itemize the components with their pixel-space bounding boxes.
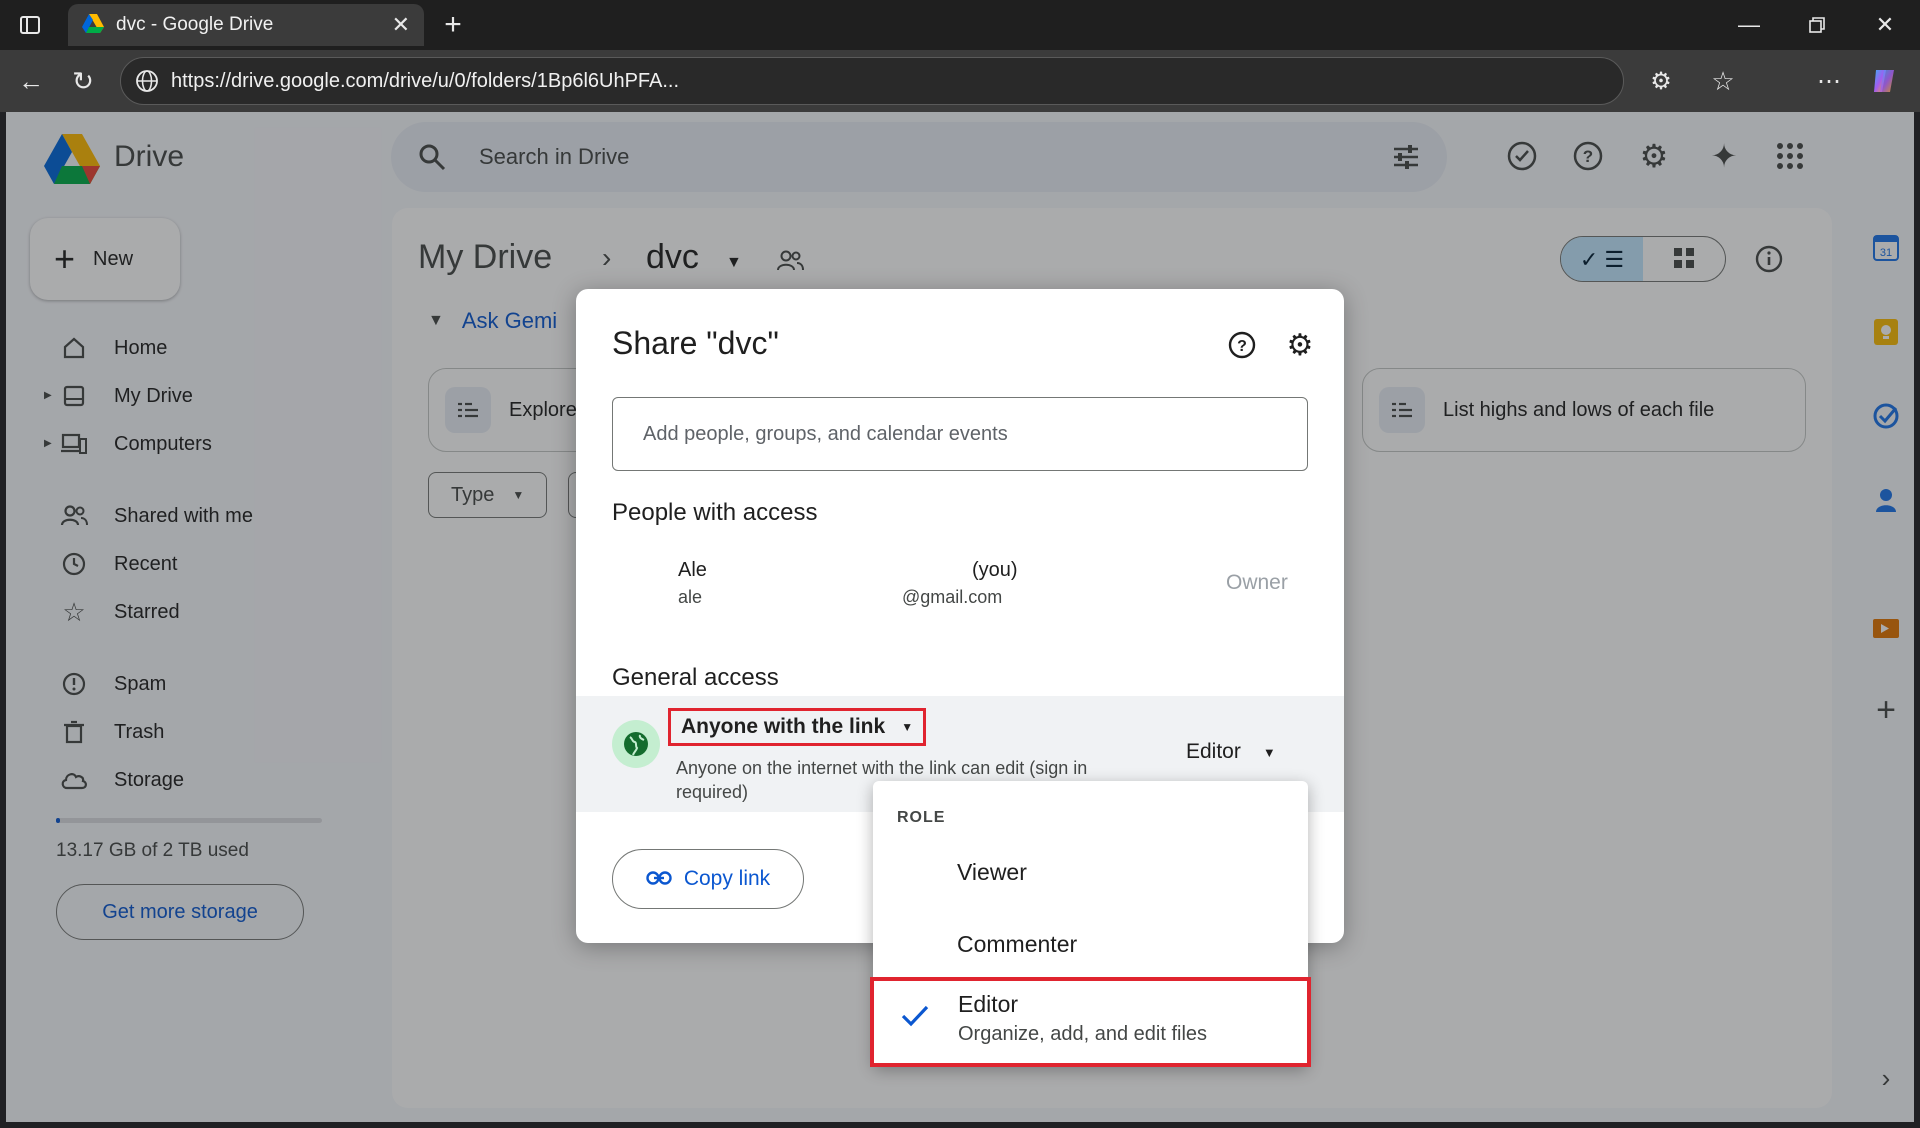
svg-text:?: ? <box>1237 338 1247 355</box>
general-access-dropdown[interactable]: Anyone with the link ▼ <box>668 708 927 746</box>
caret-down-icon: ▼ <box>1262 744 1276 760</box>
favorites-icon[interactable]: ☆ <box>1700 58 1746 104</box>
more-menu-icon[interactable]: ⋯ <box>1806 58 1852 104</box>
role-option-description: Organize, add, and edit files <box>958 1023 1208 1045</box>
access-level-label: Anyone with the link <box>681 715 886 738</box>
window-close-icon[interactable]: ✕ <box>1850 0 1920 50</box>
general-access-heading: General access <box>612 664 779 691</box>
role-dropdown[interactable]: Editor ▼ <box>1186 740 1276 764</box>
tab-close-icon[interactable]: ✕ <box>392 12 410 38</box>
share-dialog-title: Share "dvc" <box>612 325 779 361</box>
people-with-access-heading: People with access <box>612 499 818 526</box>
role-menu-header: ROLE <box>897 809 946 826</box>
url-field[interactable]: https://drive.google.com/drive/u/0/folde… <box>120 57 1624 105</box>
role-option-label: Editor <box>958 991 1019 1017</box>
extensions-icon[interactable]: ⚙ <box>1638 58 1684 104</box>
minimize-icon[interactable]: — <box>1714 0 1784 50</box>
help-icon[interactable]: ? <box>1226 329 1258 361</box>
site-info-icon[interactable] <box>135 69 159 98</box>
copy-link-label: Copy link <box>683 867 771 890</box>
role-option-viewer[interactable]: Viewer <box>957 859 1027 886</box>
copilot-icon[interactable] <box>1862 58 1908 104</box>
caret-down-icon: ▼ <box>901 720 914 734</box>
share-settings-icon[interactable]: ⚙ <box>1284 329 1316 362</box>
person-you-label: (you) <box>972 559 1018 581</box>
tab-title: dvc - Google Drive <box>116 14 274 35</box>
checkmark-icon <box>900 1003 930 1034</box>
copy-link-button[interactable]: Copy link <box>612 849 804 909</box>
browser-tab[interactable]: dvc - Google Drive ✕ <box>68 4 424 46</box>
new-tab-icon[interactable]: + <box>436 8 470 42</box>
globe-icon <box>612 720 660 768</box>
role-menu: ROLE Viewer Commenter Editor Organize, a… <box>870 781 1311 1067</box>
person-email-user: ale <box>678 587 703 607</box>
reload-icon[interactable]: ↻ <box>60 58 106 104</box>
role-dropdown-label: Editor <box>1186 740 1241 763</box>
restore-icon[interactable] <box>1782 0 1852 50</box>
add-people-input[interactable]: Add people, groups, and calendar events <box>612 397 1308 471</box>
person-name: Ale <box>678 559 707 581</box>
browser-tab-bar: dvc - Google Drive ✕ + — ✕ <box>0 0 1920 50</box>
person-email-domain: @gmail.com <box>902 587 1003 607</box>
person-role: Owner <box>1226 571 1288 594</box>
url-text: https://drive.google.com/drive/u/0/folde… <box>171 69 680 92</box>
add-people-placeholder: Add people, groups, and calendar events <box>643 422 1008 445</box>
role-option-editor[interactable]: Editor Organize, add, and edit files <box>870 977 1311 1067</box>
drive-favicon-icon <box>82 14 104 39</box>
address-bar: ← ↻ https://drive.google.com/drive/u/0/f… <box>0 50 1920 112</box>
back-icon[interactable]: ← <box>8 58 54 104</box>
link-icon <box>646 867 672 891</box>
tab-actions-icon[interactable] <box>14 10 46 40</box>
role-option-commenter[interactable]: Commenter <box>957 931 1077 958</box>
